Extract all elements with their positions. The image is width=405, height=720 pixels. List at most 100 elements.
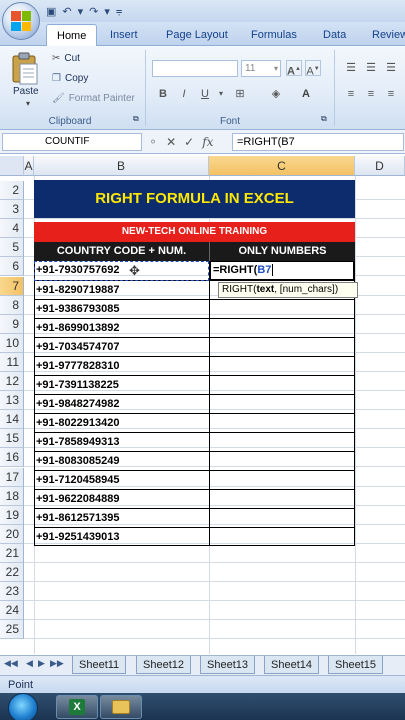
- last-sheet-icon[interactable]: ▶▶: [50, 658, 64, 669]
- row-header-12[interactable]: 12: [0, 372, 24, 391]
- country-code-cell[interactable]: +91-8612571395: [34, 508, 209, 527]
- row-header-20[interactable]: 20: [0, 525, 24, 544]
- align-bottom-icon[interactable]: ☰: [383, 60, 399, 76]
- paste-dropdown-icon[interactable]: ▾: [26, 99, 30, 108]
- paste-button[interactable]: Paste: [13, 86, 39, 97]
- country-code-cell[interactable]: +91-8290719887: [34, 280, 209, 299]
- country-code-cell[interactable]: +91-9777828310: [34, 356, 209, 375]
- enter-icon[interactable]: ✓: [184, 135, 194, 149]
- row-header-3[interactable]: 3: [0, 200, 24, 219]
- sheet-tab-14[interactable]: Sheet14: [264, 656, 319, 674]
- align-middle-icon[interactable]: ☰: [363, 60, 379, 76]
- country-code-cell[interactable]: +91-9622084889: [34, 489, 209, 508]
- only-numbers-cell[interactable]: [209, 299, 355, 318]
- align-right-icon[interactable]: ≡: [383, 86, 399, 102]
- country-code-cell[interactable]: +91-9386793085: [34, 299, 209, 318]
- shrink-font-icon[interactable]: A▼: [305, 60, 321, 78]
- only-numbers-cell[interactable]: [209, 375, 355, 394]
- only-numbers-cell[interactable]: [209, 527, 355, 546]
- row-header-21[interactable]: 21: [0, 544, 24, 563]
- row-header-2[interactable]: 2: [0, 181, 24, 200]
- office-button[interactable]: [2, 2, 40, 40]
- country-code-cell[interactable]: +91-8699013892: [34, 318, 209, 337]
- row-header-25[interactable]: 25: [0, 620, 24, 639]
- undo-dropdown-icon[interactable]: ▾: [78, 5, 84, 18]
- bold-button[interactable]: B: [155, 86, 171, 102]
- tab-review[interactable]: Review: [372, 26, 405, 46]
- only-numbers-cell[interactable]: [209, 508, 355, 527]
- row-header-7[interactable]: 7: [0, 277, 24, 296]
- font-color-icon[interactable]: A: [298, 86, 314, 102]
- column-header-c[interactable]: C: [209, 156, 355, 176]
- only-numbers-cell[interactable]: [209, 413, 355, 432]
- align-left-icon[interactable]: ≡: [343, 86, 359, 102]
- column-header-d[interactable]: D: [355, 156, 405, 176]
- explorer-taskbar-button[interactable]: [100, 695, 142, 719]
- underline-button[interactable]: U: [197, 86, 213, 102]
- first-sheet-icon[interactable]: ◀◀: [4, 658, 18, 669]
- tab-insert[interactable]: Insert: [110, 26, 138, 46]
- name-box[interactable]: COUNTIF: [2, 133, 142, 151]
- tab-data[interactable]: Data: [323, 26, 346, 46]
- country-code-cell[interactable]: +91-8022913420: [34, 413, 209, 432]
- tooltip-arg-text[interactable]: text: [256, 284, 274, 295]
- editing-cell-c7[interactable]: =RIGHT(B7: [210, 261, 354, 280]
- only-numbers-cell[interactable]: [209, 356, 355, 375]
- only-numbers-cell[interactable]: [209, 337, 355, 356]
- row-header-15[interactable]: 15: [0, 429, 24, 448]
- country-code-cell[interactable]: +91-7391138225: [34, 375, 209, 394]
- format-painter-button[interactable]: 🖌 Format Painter: [52, 93, 135, 104]
- row-header-9[interactable]: 9: [0, 315, 24, 334]
- row-header-19[interactable]: 19: [0, 506, 24, 525]
- borders-icon[interactable]: ⊞: [232, 86, 248, 102]
- redo-dropdown-icon[interactable]: ▾: [104, 5, 110, 18]
- row-header-5[interactable]: 5: [0, 238, 24, 257]
- fill-color-icon[interactable]: ◈: [268, 86, 284, 102]
- grow-font-icon[interactable]: A▲: [286, 60, 302, 78]
- column-header-b[interactable]: B: [34, 156, 209, 176]
- font-launcher-icon[interactable]: ⧉: [321, 114, 327, 124]
- cut-button[interactable]: ✂ Cut: [52, 53, 80, 64]
- only-numbers-cell[interactable]: [209, 451, 355, 470]
- only-numbers-cell[interactable]: [209, 489, 355, 508]
- sheet-tab-13[interactable]: Sheet13: [200, 656, 255, 674]
- row-header-11[interactable]: 11: [0, 353, 24, 372]
- name-box-dropdown-icon[interactable]: ⚬: [148, 135, 158, 149]
- row-header-8[interactable]: 8: [0, 296, 24, 315]
- row-header-16[interactable]: 16: [0, 448, 24, 467]
- clipboard-launcher-icon[interactable]: ⧉: [133, 114, 139, 124]
- row-header-18[interactable]: 18: [0, 487, 24, 506]
- tab-page-layout[interactable]: Page Layout: [166, 26, 228, 46]
- country-code-cell[interactable]: +91-7858949313: [34, 432, 209, 451]
- italic-button[interactable]: I: [176, 86, 192, 102]
- column-header-a[interactable]: A: [24, 156, 34, 176]
- formula-input[interactable]: =RIGHT(B7: [232, 133, 404, 151]
- next-sheet-icon[interactable]: ▶: [38, 658, 45, 669]
- row-header-13[interactable]: 13: [0, 391, 24, 410]
- row-header-6[interactable]: 6: [0, 257, 24, 276]
- only-numbers-cell[interactable]: [209, 394, 355, 413]
- row-header-17[interactable]: 17: [0, 468, 24, 487]
- row-header-10[interactable]: 10: [0, 334, 24, 353]
- start-button-icon[interactable]: [8, 693, 38, 720]
- only-numbers-cell[interactable]: [209, 470, 355, 489]
- align-top-icon[interactable]: ☰: [343, 60, 359, 76]
- row-header-14[interactable]: 14: [0, 410, 24, 429]
- paste-icon[interactable]: [8, 52, 42, 86]
- select-all-corner[interactable]: [0, 156, 24, 176]
- country-code-cell[interactable]: +91-9251439013: [34, 527, 209, 546]
- sheet-tab-11[interactable]: Sheet11: [72, 656, 127, 674]
- sheet-tab-12[interactable]: Sheet12: [136, 656, 191, 674]
- excel-taskbar-button[interactable]: X: [56, 695, 98, 719]
- copy-button[interactable]: ❐ Copy: [52, 73, 88, 84]
- row-header-22[interactable]: 22: [0, 563, 24, 582]
- font-name-box[interactable]: [152, 60, 238, 77]
- tab-home[interactable]: Home: [46, 24, 98, 46]
- only-numbers-cell[interactable]: [209, 432, 355, 451]
- only-numbers-cell[interactable]: [209, 318, 355, 337]
- row-header-23[interactable]: 23: [0, 582, 24, 601]
- undo-icon[interactable]: ↶: [62, 5, 71, 18]
- cancel-icon[interactable]: ✕: [166, 135, 176, 149]
- sheet-tab-15[interactable]: Sheet15: [328, 656, 383, 674]
- prev-sheet-icon[interactable]: ◀: [26, 658, 33, 669]
